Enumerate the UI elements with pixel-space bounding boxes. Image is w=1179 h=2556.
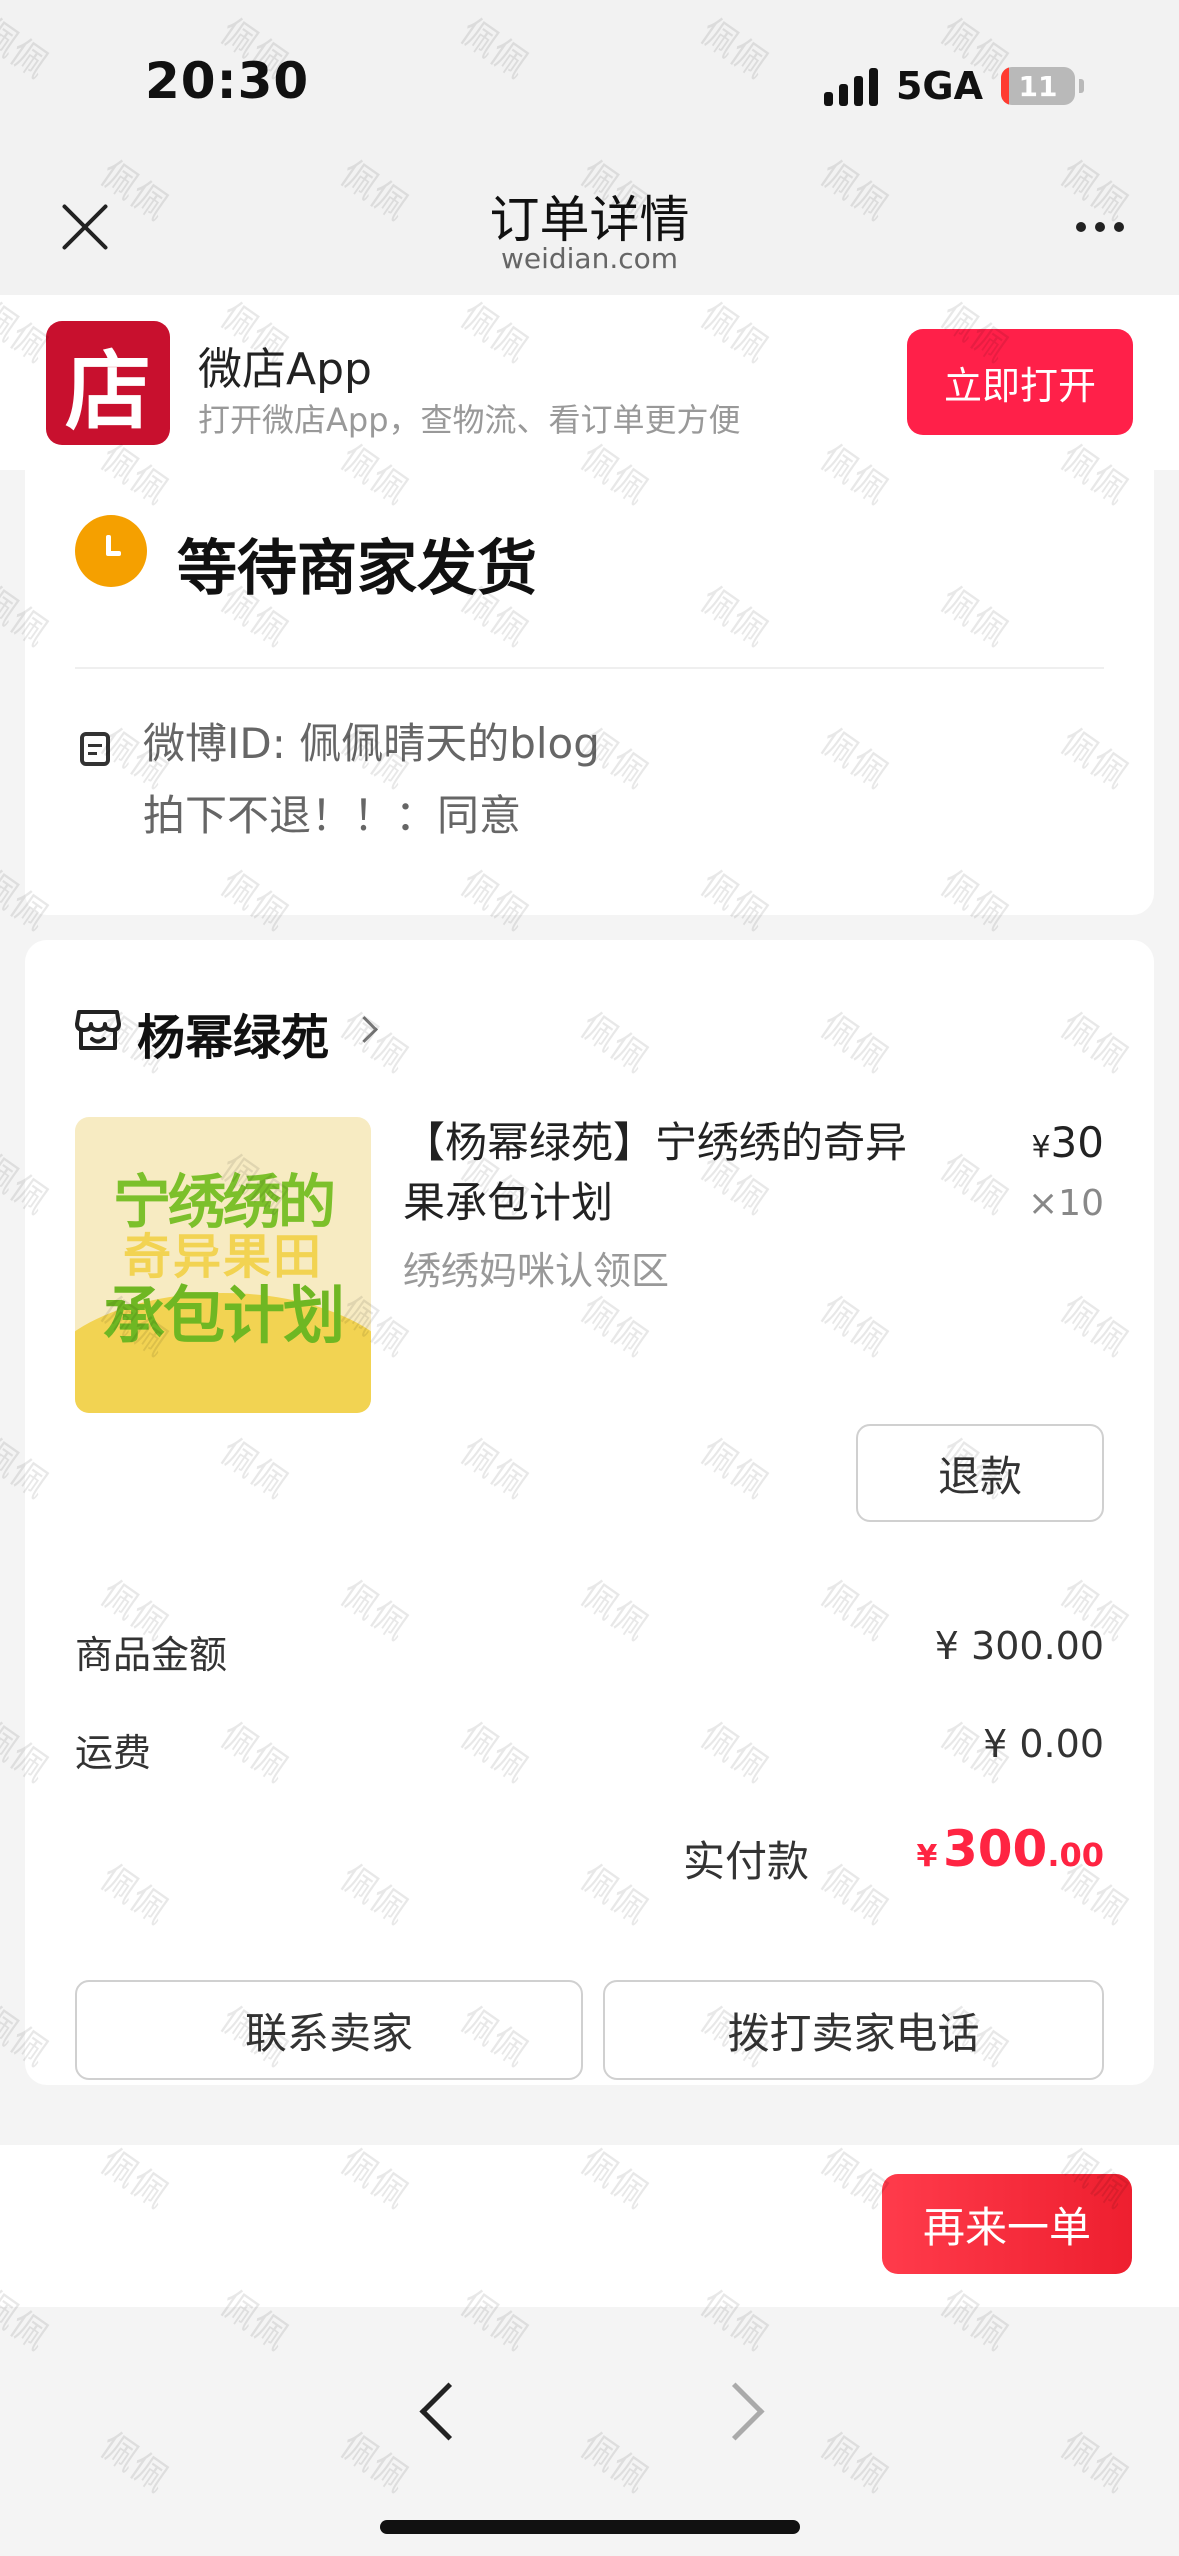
- divider: [75, 667, 1104, 669]
- order-status-card: 等待商家发货 微博ID: 佩佩晴天的blog 拍下不退！！：同意: [25, 470, 1154, 915]
- network-label: 5GA: [895, 64, 983, 108]
- app-download-banner: 店 微店App 打开微店App，查物流、看订单更方便 立即打开: [0, 295, 1179, 470]
- weidian-logo: 店: [46, 321, 170, 445]
- page-domain: weidian.com: [500, 242, 679, 275]
- clock-icon: [75, 515, 147, 587]
- chevron-right-icon[interactable]: [351, 1016, 378, 1043]
- paid-label: 实付款: [682, 1837, 809, 1886]
- status-time: 20:30: [145, 52, 310, 110]
- product-spec: 绣绣妈咪认领区: [403, 1249, 670, 1293]
- order-card: 杨幂绿苑 宁绣绣的 奇异果田 承包计划 【杨幂绿苑】宁绣绣的奇异果承包计划 绣绣…: [25, 940, 1154, 2085]
- call-seller-button[interactable]: 拨打卖家电话: [603, 1980, 1104, 2080]
- more-icon[interactable]: [1076, 222, 1124, 232]
- order-status: 等待商家发货: [177, 534, 537, 604]
- chevron-left-icon[interactable]: [419, 2382, 478, 2441]
- goods-amount-value: ¥ 300.00: [934, 1624, 1104, 1668]
- paid-amount: ¥ 300.00: [916, 1820, 1104, 1878]
- contact-seller-button[interactable]: 联系卖家: [75, 1980, 583, 2080]
- product-title[interactable]: 【杨幂绿苑】宁绣绣的奇异果承包计划: [403, 1113, 923, 1233]
- reorder-button[interactable]: 再来一单: [882, 2174, 1132, 2274]
- shipping-label: 运费: [75, 1731, 152, 1775]
- battery-icon: 11: [1001, 67, 1075, 105]
- battery-cap: [1079, 79, 1084, 93]
- refund-button[interactable]: 退款: [856, 1424, 1104, 1522]
- goods-amount-label: 商品金额: [75, 1633, 228, 1677]
- shop-name-link[interactable]: 杨幂绿苑: [137, 998, 329, 1068]
- nav-bar: 订单详情 weidian.com: [0, 170, 1179, 295]
- product-price: ¥30: [1031, 1118, 1104, 1167]
- bottom-action-bar: 再来一单: [0, 2145, 1179, 2307]
- product-quantity: ×10: [1028, 1183, 1104, 1224]
- app-description: 打开微店App，查物流、看订单更方便: [198, 401, 741, 439]
- status-indicators: 5GA 11: [823, 62, 1084, 110]
- open-app-button[interactable]: 立即打开: [907, 329, 1133, 435]
- battery-level: 11: [1018, 69, 1058, 103]
- chevron-right-icon[interactable]: [706, 2382, 765, 2441]
- product-image[interactable]: 宁绣绣的 奇异果田 承包计划: [75, 1117, 371, 1413]
- buyer-note-weibo: 微博ID: 佩佩晴天的blog: [143, 719, 600, 768]
- buyer-note-agree: 拍下不退！！：同意: [143, 791, 522, 840]
- home-indicator[interactable]: [380, 2520, 800, 2534]
- status-bar: 20:30 5GA 11: [0, 0, 1179, 170]
- signal-icon: [823, 66, 878, 106]
- shop-icon: [75, 1010, 121, 1050]
- app-name: 微店App: [198, 344, 372, 395]
- shipping-value: ¥ 0.00: [983, 1722, 1104, 1766]
- browser-toolbar: [0, 2307, 1179, 2556]
- note-icon: [80, 732, 110, 766]
